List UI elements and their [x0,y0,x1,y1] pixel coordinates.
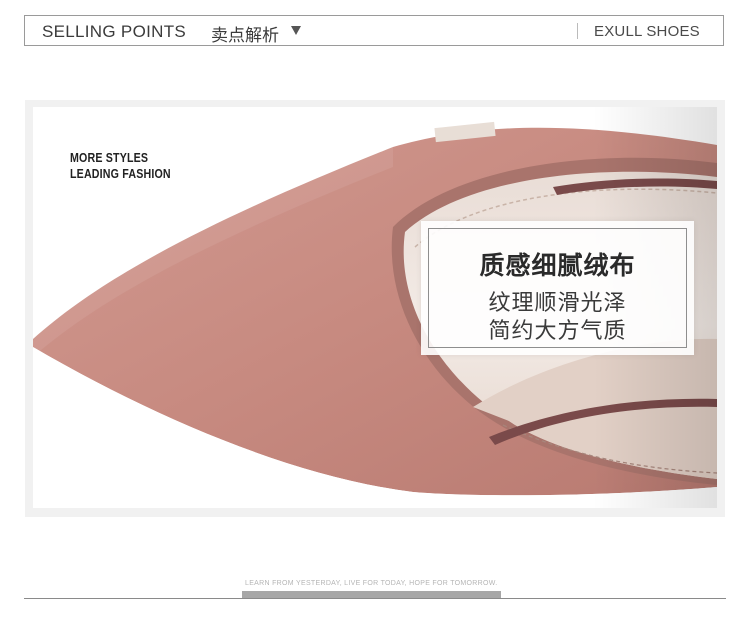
header-divider [577,23,578,39]
product-photo: MORE STYLES LEADING FASHION 质感细腻绒布 纹理顺滑光… [33,107,717,508]
slogan: MORE STYLES LEADING FASHION [70,150,171,182]
feature-title: 质感细腻绒布 [479,251,636,280]
section-title-cn: 卖点解析 [211,26,279,46]
product-detail-page: SELLING POINTS 卖点解析 EXULL SHOES MORE STY… [0,0,750,631]
feature-card-border: 质感细腻绒布 纹理顺滑光泽 简约大方气质 [428,228,687,348]
product-image-frame: MORE STYLES LEADING FASHION 质感细腻绒布 纹理顺滑光… [25,100,725,517]
feature-card: 质感细腻绒布 纹理顺滑光泽 简约大方气质 [421,221,694,355]
section-header: SELLING POINTS 卖点解析 EXULL SHOES [24,15,724,46]
brand-name: EXULL SHOES [594,23,700,40]
footer-tagline: LEARN FROM YESTERDAY, LIVE FOR TODAY, HO… [245,580,498,587]
section-title-en: SELLING POINTS [42,22,187,41]
slogan-line: LEADING FASHION [70,166,171,181]
feature-description-line: 简约大方气质 [488,319,627,344]
footer-divider [24,598,726,599]
slogan-line: MORE STYLES [70,150,149,165]
footer-bar [242,591,501,598]
triangle-down-icon [291,26,301,35]
